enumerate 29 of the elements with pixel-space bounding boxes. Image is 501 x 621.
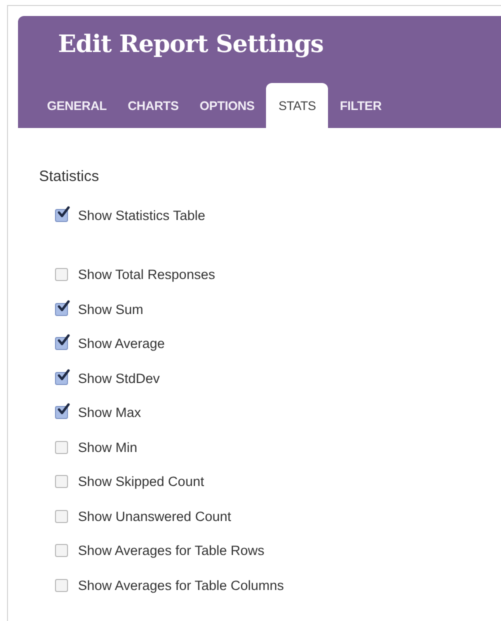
checkbox[interactable] <box>55 440 68 454</box>
tab[interactable]: STATS <box>266 83 328 128</box>
checkbox[interactable] <box>55 510 68 523</box>
dialog-title: Edit Report Settings <box>57 28 324 58</box>
tab[interactable]: GENERAL <box>38 83 116 128</box>
tab[interactable]: OPTIONS <box>190 83 264 128</box>
checkbox-label: Show Total Responses <box>78 267 216 282</box>
checkbox-label: Show Averages for Table Columns <box>78 578 284 593</box>
tab[interactable]: FILTER <box>330 83 391 128</box>
checkbox-label: Show Statistics Table <box>78 208 206 223</box>
checkbox-label: Show Averages for Table Rows <box>78 543 264 558</box>
tab[interactable]: CHARTS <box>118 83 188 128</box>
checkbox-label: Show Min <box>78 440 138 455</box>
checkbox-label: Show Average <box>78 336 165 352</box>
section-heading: Statistics <box>39 168 100 185</box>
checkbox[interactable] <box>55 406 68 420</box>
checkbox[interactable] <box>55 578 68 592</box>
checkbox[interactable] <box>55 475 68 488</box>
checkbox[interactable] <box>55 372 68 385</box>
checkbox-label: Show Skipped Count <box>78 474 204 490</box>
checkbox[interactable] <box>55 268 68 282</box>
checkbox-label: Show StdDev <box>78 370 160 386</box>
checkbox[interactable] <box>55 208 68 222</box>
checkbox[interactable] <box>55 302 68 316</box>
checkbox-label: Show Max <box>78 405 142 420</box>
checkbox-label: Show Sum <box>78 302 144 317</box>
checkbox-label: Show Unanswered Count <box>78 508 232 524</box>
checkbox[interactable] <box>55 337 68 350</box>
checkbox[interactable] <box>55 544 68 558</box>
